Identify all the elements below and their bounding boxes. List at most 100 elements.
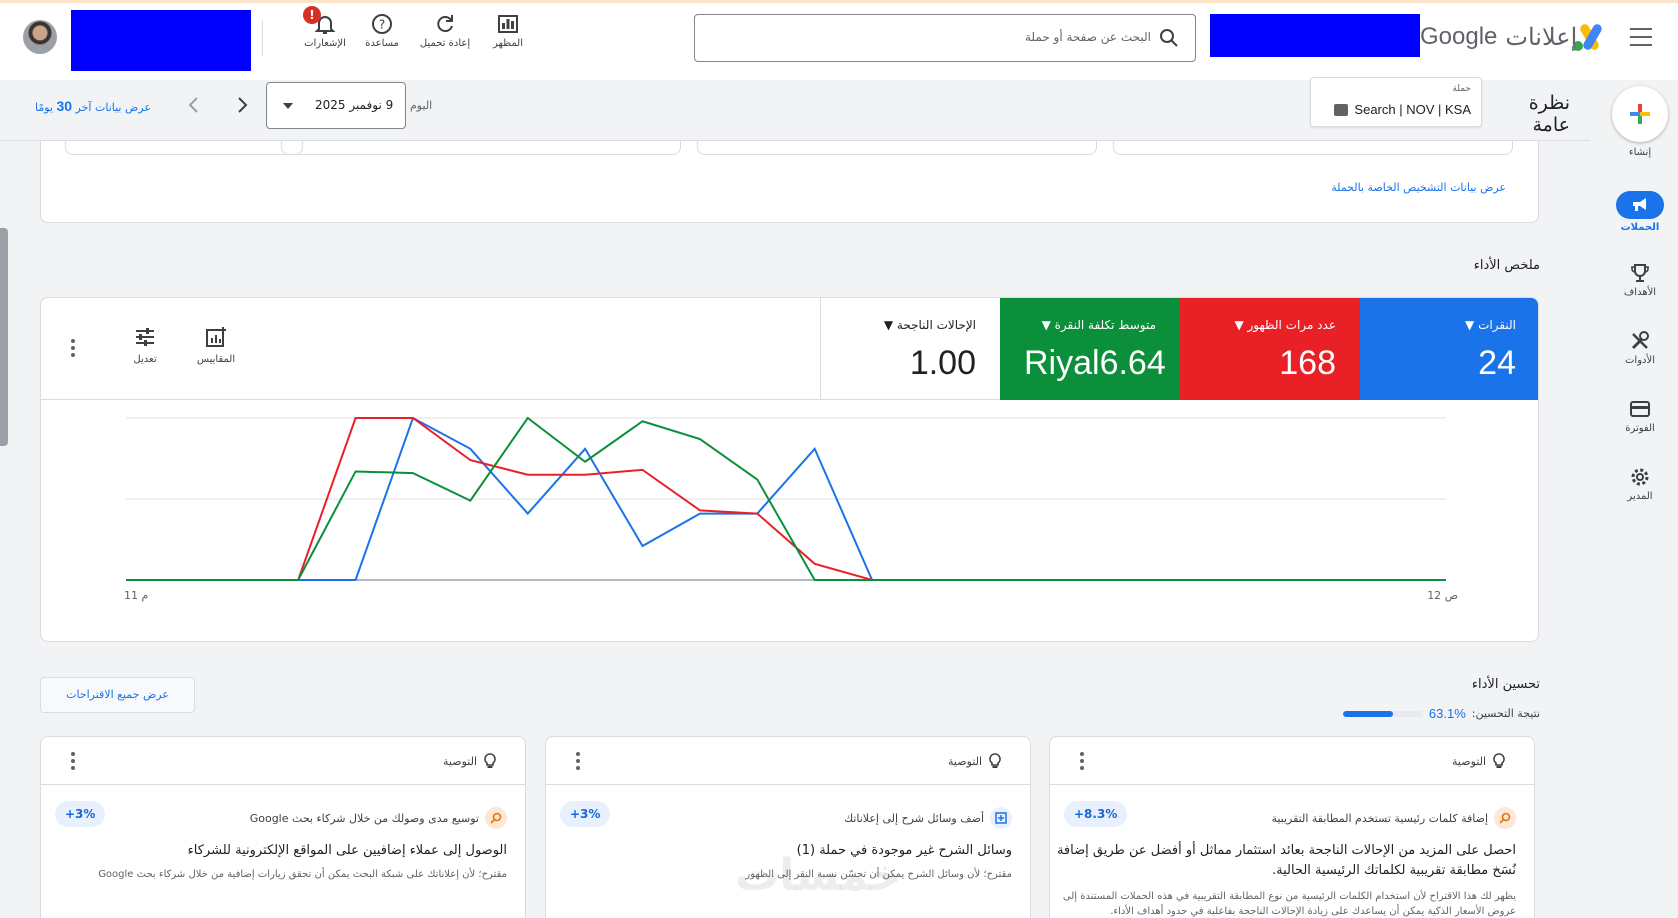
scrollbar-thumb[interactable] bbox=[0, 228, 8, 446]
metric-avg-cpc[interactable]: متوسط تكلفة النقرة ▼ Riyal6.64 bbox=[1000, 298, 1180, 400]
optimization-score-bar bbox=[1342, 710, 1423, 717]
plus-icon bbox=[1630, 104, 1650, 124]
rail-item-goals[interactable]: الأهداف bbox=[1605, 262, 1675, 298]
help-label: مساعدة bbox=[365, 38, 399, 49]
appearance-button[interactable]: المظهر bbox=[478, 12, 538, 49]
recommendation-card-search-partners[interactable]: التوصية +3% توسيع مدى وصولك من خلال شركا… bbox=[40, 736, 526, 918]
prev-date-icon[interactable] bbox=[184, 95, 204, 115]
date-picker[interactable]: 9 نوفمبر 2025 bbox=[266, 82, 406, 129]
dropdown-arrow-icon bbox=[283, 103, 293, 109]
rail-label-admin: المدير bbox=[1627, 491, 1653, 502]
watermark-logo: خمسات bbox=[735, 850, 902, 901]
rec-tag-label: التوصية bbox=[443, 754, 477, 768]
rail-label-tools: الأدوات bbox=[1625, 355, 1655, 366]
create-button[interactable] bbox=[1612, 86, 1668, 142]
metric-conversions[interactable]: الإحالات الناجحة ▼ 1.00 bbox=[820, 298, 1000, 400]
search-icon bbox=[485, 807, 507, 829]
last30-prefix: عرض بيانات آخر bbox=[72, 101, 151, 114]
rec-more-icon[interactable] bbox=[568, 751, 588, 771]
rec-tag-label: التوصية bbox=[948, 754, 982, 768]
lightbulb-icon bbox=[484, 753, 496, 768]
product-name: إعلانات bbox=[1505, 24, 1578, 51]
metric-clicks-arrow-icon: ▼ bbox=[1465, 318, 1475, 332]
campaign-search-icon bbox=[1334, 103, 1349, 116]
lightbulb-icon bbox=[989, 753, 1001, 768]
rail-item-billing[interactable]: الفوترة bbox=[1605, 398, 1675, 434]
performance-more-icon[interactable] bbox=[63, 338, 83, 358]
diagnostics-card: عرض بيانات التشخيص الخاصة بالحملة bbox=[40, 141, 1539, 223]
metric-impressions[interactable]: عدد مرات الظهور ▼ 168 bbox=[1180, 298, 1360, 400]
product-brand: إعلانات Google bbox=[1420, 23, 1577, 52]
diag-tile-2 bbox=[281, 141, 681, 155]
menu-icon[interactable] bbox=[1630, 28, 1652, 46]
brand-name: Google bbox=[1420, 23, 1498, 50]
rail-item-admin[interactable]: المدير bbox=[1605, 466, 1675, 502]
last-30-days-link[interactable]: عرض بيانات آخر 30 يومًا bbox=[35, 98, 151, 114]
search-box[interactable]: البحث عن صفحة أو حملة bbox=[694, 14, 1196, 62]
refresh-icon bbox=[437, 15, 453, 33]
appearance-icon bbox=[498, 15, 518, 33]
view-all-recommendations-button[interactable]: عرض جميع الاقتراحات bbox=[40, 677, 195, 713]
campaigns-icon bbox=[1616, 191, 1664, 219]
top-accent-line bbox=[0, 0, 1678, 3]
recommendation-card-keywords[interactable]: التوصية +8.3% إضافة كلمات رئيسية تستخدم … bbox=[1049, 736, 1535, 918]
rec-note: يظهر لك هذا الاقتراح لأن استخدام الكلمات… bbox=[1062, 891, 1516, 917]
rec-subtitle: إضافة كلمات رئيسية تستخدم المطابقة التقر… bbox=[1271, 811, 1488, 825]
chart-x-tick-label: 12 ص bbox=[1427, 589, 1458, 602]
gear-icon bbox=[1631, 468, 1649, 486]
rec-header: التوصية bbox=[1050, 737, 1534, 785]
metric-conversions-arrow-icon: ▼ bbox=[883, 318, 894, 332]
performance-card: النقرات ▼ 24 عدد مرات الظهور ▼ 168 متوسط… bbox=[40, 297, 1539, 642]
performance-line-chart: 12 ص 11 م bbox=[124, 416, 1458, 602]
next-date-icon[interactable] bbox=[232, 95, 252, 115]
rail-item-tools[interactable]: الأدوات bbox=[1605, 330, 1675, 366]
rec-uplift-badge: +3% bbox=[55, 801, 106, 827]
metric-avg-cpc-value: Riyal6.64 bbox=[1024, 344, 1166, 382]
svg-text:?: ? bbox=[379, 18, 385, 32]
metrics-selector-label: المقاييس bbox=[196, 354, 236, 365]
rec-more-icon[interactable] bbox=[63, 751, 83, 771]
optimization-score-fill bbox=[1342, 710, 1394, 717]
date-caption: اليوم bbox=[410, 99, 433, 112]
help-button[interactable]: ? مساعدة bbox=[352, 12, 412, 49]
adjust-button[interactable]: تعديل bbox=[115, 326, 175, 365]
optimization-section-title: تحسين الأداء bbox=[1471, 677, 1540, 692]
callout-icon bbox=[990, 807, 1012, 829]
trophy-icon bbox=[1631, 264, 1649, 282]
add-chart-icon bbox=[206, 327, 226, 347]
tune-icon bbox=[136, 328, 154, 346]
notification-badge: ! bbox=[303, 6, 321, 24]
rec-subtitle: أضف وسائل شرح إلى إعلاناتك bbox=[844, 811, 984, 825]
rail-label-goals: الأهداف bbox=[1623, 287, 1657, 298]
refresh-button[interactable]: إعادة تحميل bbox=[415, 12, 475, 49]
account-selector-redacted[interactable] bbox=[1210, 14, 1420, 57]
rec-more-icon[interactable] bbox=[1072, 751, 1092, 771]
billing-icon bbox=[1630, 401, 1650, 417]
customer-box-redacted[interactable] bbox=[71, 10, 251, 71]
refresh-label: إعادة تحميل bbox=[419, 38, 471, 49]
page-title: نظرة عامة bbox=[1528, 92, 1570, 136]
metric-impressions-arrow-icon: ▼ bbox=[1234, 318, 1244, 332]
rail-item-campaigns[interactable]: الحملات bbox=[1605, 191, 1675, 233]
metric-clicks[interactable]: النقرات ▼ 24 bbox=[1360, 298, 1538, 400]
metric-avg-cpc-label: متوسط تكلفة النقرة bbox=[1054, 318, 1156, 332]
search-input[interactable]: البحث عن صفحة أو حملة bbox=[1025, 30, 1151, 44]
metrics-selector-button[interactable]: المقاييس bbox=[186, 326, 246, 365]
performance-section-title: ملخص الأداء bbox=[1473, 258, 1540, 273]
chart-x-tick-label: 11 م bbox=[124, 589, 148, 602]
diagnostics-link[interactable]: عرض بيانات التشخيص الخاصة بالحملة bbox=[1331, 181, 1506, 194]
help-icon: ? bbox=[372, 14, 392, 34]
rail-label-billing: الفوترة bbox=[1625, 423, 1655, 434]
rec-header: التوصية bbox=[546, 737, 1030, 785]
optimization-score-value: 63.1% bbox=[1428, 706, 1466, 721]
lightbulb-icon bbox=[1493, 753, 1505, 768]
avatar[interactable] bbox=[23, 20, 57, 54]
campaign-selector[interactable]: حملة Search | NOV | KSA bbox=[1310, 77, 1482, 127]
toolbar-divider bbox=[262, 20, 263, 56]
diag-tile-3 bbox=[697, 141, 1097, 155]
last30-suffix: يومًا bbox=[35, 101, 57, 114]
rail-label-campaigns: الحملات bbox=[1620, 222, 1660, 233]
metric-conversions-label: الإحالات الناجحة bbox=[896, 318, 976, 332]
metric-impressions-value: 168 bbox=[1279, 344, 1336, 382]
diag-tile-4 bbox=[1113, 141, 1513, 155]
